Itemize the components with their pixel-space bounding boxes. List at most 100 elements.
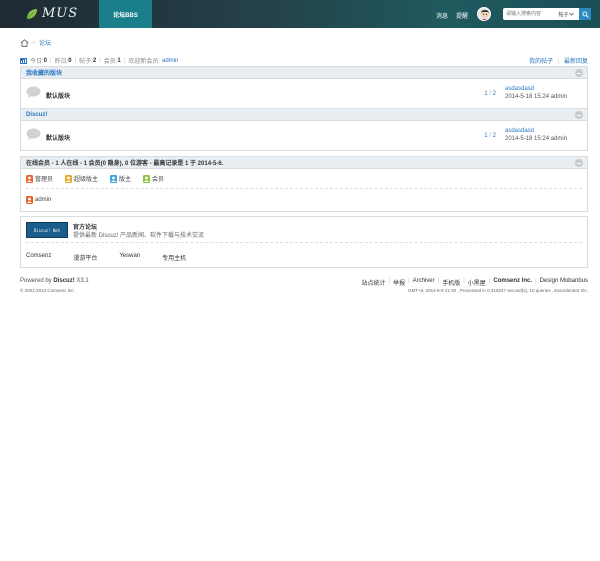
home-icon[interactable] bbox=[20, 38, 29, 47]
partner-logo[interactable]: Discuz! Net bbox=[26, 222, 68, 238]
messages-link[interactable]: 消息 bbox=[436, 11, 448, 20]
new-member-link[interactable]: admin bbox=[162, 58, 178, 64]
legend-admin: 管理员 bbox=[26, 174, 53, 183]
search-box: 帖子 bbox=[503, 8, 591, 20]
admin-user-icon bbox=[26, 174, 33, 183]
text-link-yeswan[interactable]: Yeswan bbox=[119, 253, 140, 262]
category-header: Discuz! bbox=[21, 109, 587, 121]
online-user-name: admin bbox=[35, 197, 52, 203]
last-post: asdasdasd 2014-5-18 15:24 admin bbox=[505, 127, 567, 143]
last-post-meta: 2014-5-18 15:24 admin bbox=[505, 94, 568, 100]
category-title[interactable]: Discuz! bbox=[26, 112, 47, 118]
super-moderator-icon bbox=[65, 174, 73, 183]
forum-row: 默认版块 1 / 2 asdasdasd 2014-5-18 15:24 adm… bbox=[21, 121, 587, 150]
footer-link-report[interactable]: 举报 bbox=[393, 278, 405, 287]
thread-count: 1 bbox=[484, 91, 488, 97]
category-header: 我收藏的版块 bbox=[21, 67, 587, 79]
thread-count: 1 bbox=[484, 133, 488, 139]
stats-links: 我的帖子 | 最新回复 bbox=[529, 59, 588, 65]
footer-processing-info: GMT+8, 2014-6-9 21:30 , Processed in 0.3… bbox=[408, 288, 588, 293]
text-link-manyou[interactable]: 漫游平台 bbox=[73, 253, 97, 262]
footer-link-blackroom[interactable]: 小黑屋 bbox=[468, 278, 486, 287]
search-type-select[interactable]: 帖子 bbox=[555, 11, 577, 18]
my-posts-link[interactable]: 我的帖子 bbox=[529, 59, 553, 65]
online-user-list: admin bbox=[26, 189, 582, 211]
collapse-icon[interactable] bbox=[575, 69, 583, 77]
footer-design-link[interactable]: Design Mobanbus bbox=[540, 278, 588, 287]
legend-member: 会员 bbox=[143, 174, 164, 183]
last-post-title[interactable]: asdasdasd bbox=[505, 86, 534, 92]
text-link-hosting[interactable]: 专用主机 bbox=[162, 253, 186, 262]
search-icon bbox=[581, 10, 589, 18]
footer-version: X3.1 bbox=[76, 278, 89, 284]
forum-counts: 1 / 2 bbox=[484, 91, 496, 97]
forum-bubble-icon bbox=[26, 128, 41, 140]
online-members: 在线会员 - 1 人在线 - 1 会员(0 隐身), 0 位游客 - 最高记录是… bbox=[20, 156, 588, 212]
footer-link-archiver[interactable]: Archiver bbox=[413, 278, 435, 287]
divider bbox=[26, 242, 582, 243]
breadcrumb-separator: › bbox=[33, 39, 35, 46]
today-count: 0 bbox=[43, 57, 48, 64]
top-navigation-bar: MUS 论坛BBS 消息 提醒 帖子 bbox=[0, 0, 600, 28]
stats-chart-icon bbox=[20, 57, 27, 64]
forum-counts: 1 / 2 bbox=[484, 133, 496, 139]
footer-copyright: © 2001-2013 Comsenz Inc. bbox=[20, 288, 75, 293]
online-title: 在线会员 - 1 人在线 - 1 会员(0 隐身), 0 位游客 - 最高记录是… bbox=[26, 161, 224, 167]
last-post-title[interactable]: asdasdasd bbox=[505, 128, 534, 134]
yesterday-count: 0 bbox=[68, 57, 72, 64]
welcome-label: 欢迎新会员: bbox=[128, 59, 160, 65]
category-title[interactable]: 我收藏的版块 bbox=[26, 68, 62, 77]
avatar-face-icon bbox=[481, 10, 489, 20]
search-button[interactable] bbox=[579, 8, 591, 20]
post-count: 2 bbox=[492, 133, 496, 139]
chevron-down-icon bbox=[568, 12, 574, 16]
logo-text: MUS bbox=[42, 6, 79, 21]
forum-row: 默认版块 1 / 2 asdasdasd 2014-5-18 15:24 adm… bbox=[21, 79, 587, 108]
user-avatar[interactable] bbox=[477, 7, 491, 21]
partner-description: 提供最新 Discuz! 产品新闻、软件下载与技术交流 bbox=[73, 233, 205, 239]
nav-tab-bbs[interactable]: 论坛BBS bbox=[99, 0, 152, 28]
today-label: 今日: bbox=[30, 59, 44, 65]
forum-stats: 今日: 0 | 昨日: 0 | 帖子: 2 | 会员: 1 | 欢迎新会员: a… bbox=[20, 56, 178, 65]
post-count: 2 bbox=[492, 91, 496, 97]
members-count: 1 bbox=[117, 57, 121, 64]
footer-link-mobile[interactable]: 手机版 bbox=[442, 278, 460, 287]
footer-links: 站点统计 | 举报 | Archiver | 手机版 | 小黑屋 | Comsenz In… bbox=[361, 278, 588, 287]
forum-name-link[interactable]: 默认版块 bbox=[46, 91, 70, 100]
friend-links: Discuz! Net 官方论坛 提供最新 Discuz! 产品新闻、软件下载与… bbox=[20, 216, 588, 268]
forum-name-link[interactable]: 默认版块 bbox=[46, 133, 70, 142]
breadcrumb: › 论坛 bbox=[20, 38, 51, 47]
yesterday-label: 昨日: bbox=[54, 59, 69, 65]
category-discuz: Discuz! 默认版块 1 / 2 asdasdasd 2014-5-18 1… bbox=[20, 108, 588, 151]
collapse-icon[interactable] bbox=[575, 111, 583, 119]
moderator-icon bbox=[110, 174, 118, 183]
online-legend: 管理员 超级版主 版主 会员 bbox=[26, 169, 582, 189]
member-icon bbox=[143, 174, 151, 183]
legend-super-moderator: 超级版主 bbox=[65, 174, 98, 183]
footer-powered: Powered by Discuz! X3.1 bbox=[20, 278, 89, 284]
search-type-label: 帖子 bbox=[558, 11, 569, 18]
admin-user-icon bbox=[26, 196, 33, 204]
search-input[interactable] bbox=[503, 9, 555, 19]
collapse-icon[interactable] bbox=[575, 159, 583, 167]
footer-company-link[interactable]: Comsenz Inc. bbox=[493, 278, 532, 287]
site-logo[interactable]: MUS bbox=[26, 6, 78, 21]
category-favorites: 我收藏的版块 默认版块 1 / 2 asdasdasd 2014-5-18 15… bbox=[20, 66, 588, 109]
breadcrumb-forum[interactable]: 论坛 bbox=[39, 38, 51, 47]
online-user[interactable]: admin bbox=[26, 196, 51, 204]
last-post: asdasdasd 2014-5-18 15:24 admin bbox=[505, 85, 567, 101]
members-label: 会员: bbox=[103, 59, 118, 65]
text-links: Comsenz 漫游平台 Yeswan 专用主机 bbox=[26, 253, 208, 262]
last-post-meta: 2014-5-18 15:24 admin bbox=[505, 136, 568, 142]
posts-count: 2 bbox=[92, 57, 97, 64]
footer-brand-link[interactable]: Discuz! bbox=[53, 278, 74, 284]
forum-bubble-icon bbox=[26, 86, 41, 98]
latest-replies-link[interactable]: 最新回复 bbox=[564, 59, 588, 65]
leaf-icon bbox=[26, 8, 37, 19]
text-link-comsenz[interactable]: Comsenz bbox=[26, 253, 51, 262]
legend-moderator: 版主 bbox=[110, 174, 131, 183]
footer-link-stats[interactable]: 站点统计 bbox=[361, 278, 385, 287]
posts-label: 帖子: bbox=[79, 59, 93, 65]
reminders-link[interactable]: 提醒 bbox=[456, 11, 468, 20]
online-header: 在线会员 - 1 人在线 - 1 会员(0 隐身), 0 位游客 - 最高记录是… bbox=[21, 157, 587, 169]
